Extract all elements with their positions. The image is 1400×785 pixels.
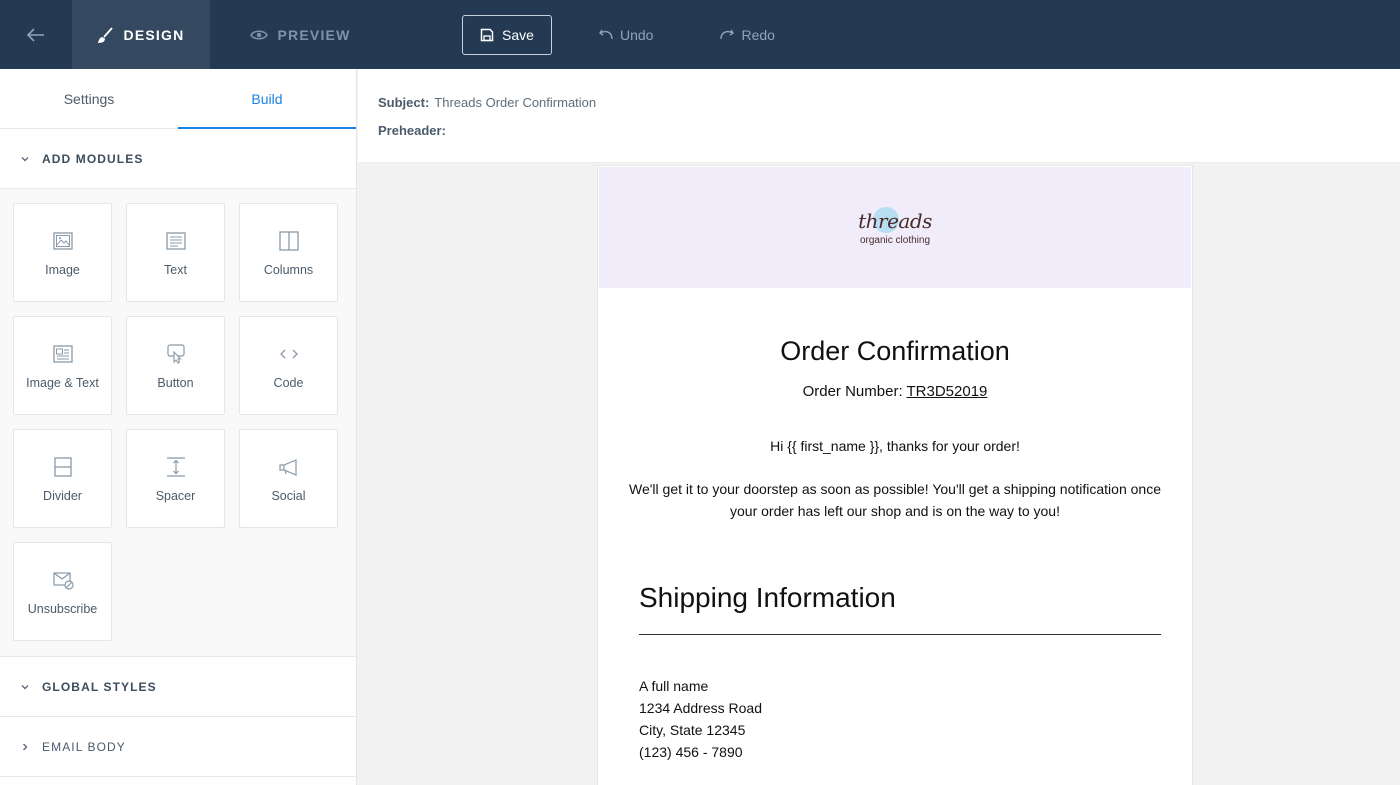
arrow-left-icon xyxy=(27,27,44,42)
preheader-row[interactable]: Preheader: xyxy=(378,123,1380,138)
image-icon xyxy=(52,231,73,250)
image-text-icon xyxy=(52,344,73,363)
shipping-title[interactable]: Shipping Information xyxy=(639,582,1192,614)
module-button[interactable]: Button xyxy=(126,316,225,415)
module-code[interactable]: Code xyxy=(239,316,338,415)
tab-preview[interactable]: PREVIEW xyxy=(210,0,390,69)
order-number-line[interactable]: Order Number: TR3D52019 xyxy=(598,383,1192,400)
sidebar: Settings Build ADD MODULES Image Text Co… xyxy=(0,69,357,785)
add-modules-label: ADD MODULES xyxy=(42,151,144,166)
tab-design[interactable]: DESIGN xyxy=(72,0,210,69)
address-line: City, State 12345 xyxy=(639,722,746,738)
module-label: Spacer xyxy=(155,488,196,503)
module-label: Image & Text xyxy=(26,375,99,390)
module-label: Unsubscribe xyxy=(27,601,98,616)
chevron-right-icon xyxy=(23,743,28,750)
module-label: Code xyxy=(273,375,304,390)
button-icon xyxy=(166,343,185,364)
module-image[interactable]: Image xyxy=(13,203,112,302)
module-label: Text xyxy=(164,262,187,277)
module-image-text[interactable]: Image & Text xyxy=(13,316,112,415)
brand-logo: threads xyxy=(858,207,932,233)
shipping-divider xyxy=(639,634,1161,635)
module-divider[interactable]: Divider xyxy=(13,429,112,528)
columns-icon xyxy=(278,230,299,251)
editor-main: Subject: Threads Order Confirmation Preh… xyxy=(358,69,1400,785)
save-button[interactable]: Save xyxy=(462,14,552,55)
module-social[interactable]: Social xyxy=(239,429,338,528)
email-body-section-toggle[interactable]: EMAIL BODY xyxy=(0,717,356,777)
history-toolbar: Save Undo Redo xyxy=(462,0,775,69)
email-preview: threads organic clothing Order Confirmat… xyxy=(597,165,1193,785)
subject-label: Subject: xyxy=(378,95,430,110)
address-line: 1234 Address Road xyxy=(639,700,762,716)
code-icon xyxy=(279,349,298,358)
undo-icon xyxy=(599,29,613,39)
preheader-label: Preheader: xyxy=(378,123,446,138)
order-number-value[interactable]: TR3D52019 xyxy=(907,383,988,400)
module-text[interactable]: Text xyxy=(126,203,225,302)
email-canvas: threads organic clothing Order Confirmat… xyxy=(358,163,1400,785)
module-label: Button xyxy=(157,375,194,390)
modules-grid: Image Text Columns Image & Text Button C… xyxy=(13,203,356,641)
greeting-text[interactable]: Hi {{ first_name }}, thanks for your ord… xyxy=(598,438,1192,454)
tab-preview-label: PREVIEW xyxy=(277,26,351,43)
module-label: Image xyxy=(45,262,80,277)
save-label: Save xyxy=(502,26,534,43)
undo-label: Undo xyxy=(620,26,654,43)
redo-icon xyxy=(720,29,735,39)
subject-row[interactable]: Subject: Threads Order Confirmation xyxy=(378,95,1380,110)
undo-button[interactable]: Undo xyxy=(598,27,653,43)
module-label: Social xyxy=(271,488,306,503)
top-bar: DESIGN PREVIEW Save Undo Redo xyxy=(0,0,1400,69)
add-modules-section-toggle[interactable]: ADD MODULES xyxy=(0,129,356,189)
modules-panel: Image Text Columns Image & Text Button C… xyxy=(0,189,356,657)
shipping-address[interactable]: A full name 1234 Address Road City, Stat… xyxy=(639,675,1192,763)
floppy-disk-icon xyxy=(480,28,494,41)
chevron-down-icon xyxy=(21,156,29,161)
global-styles-section-toggle[interactable]: GLOBAL STYLES xyxy=(0,657,356,717)
module-label: Columns xyxy=(263,262,314,277)
module-unsubscribe[interactable]: Unsubscribe xyxy=(13,542,112,641)
chevron-down-icon xyxy=(21,684,29,689)
unsubscribe-icon xyxy=(52,571,74,590)
global-styles-label: GLOBAL STYLES xyxy=(42,679,157,694)
text-icon xyxy=(165,231,186,250)
email-title[interactable]: Order Confirmation xyxy=(598,336,1192,367)
brush-icon xyxy=(97,26,113,43)
subject-value: Threads Order Confirmation xyxy=(434,95,597,110)
back-button[interactable] xyxy=(0,0,72,69)
divider-icon xyxy=(53,456,72,477)
email-meta: Subject: Threads Order Confirmation Preh… xyxy=(358,69,1400,163)
email-header-banner[interactable]: threads organic clothing xyxy=(599,167,1191,288)
logo-subtitle: organic clothing xyxy=(859,235,931,246)
megaphone-icon xyxy=(278,458,297,476)
order-number-label: Order Number: xyxy=(802,383,903,400)
eye-icon xyxy=(249,30,268,39)
address-line: (123) 456 - 7890 xyxy=(639,744,743,760)
redo-button[interactable]: Redo xyxy=(719,26,775,43)
tab-build[interactable]: Build xyxy=(178,69,356,129)
tab-settings[interactable]: Settings xyxy=(0,69,178,128)
module-label: Divider xyxy=(43,488,82,503)
spacer-icon xyxy=(166,456,185,477)
tab-design-label: DESIGN xyxy=(123,26,185,43)
redo-label: Redo xyxy=(741,26,775,43)
email-body-label: EMAIL BODY xyxy=(42,739,126,754)
sidebar-tabs: Settings Build xyxy=(0,69,356,129)
body-text[interactable]: We'll get it to your doorstep as soon as… xyxy=(617,478,1173,522)
module-columns[interactable]: Columns xyxy=(239,203,338,302)
logo-text: threads xyxy=(858,209,932,233)
address-line: A full name xyxy=(639,678,709,694)
module-spacer[interactable]: Spacer xyxy=(126,429,225,528)
